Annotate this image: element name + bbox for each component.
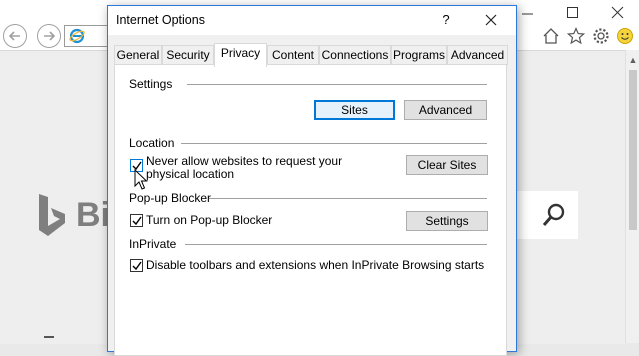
favorites-star-icon[interactable] <box>567 27 585 45</box>
maximize-icon[interactable] <box>563 2 583 24</box>
tab-privacy[interactable]: Privacy <box>214 43 267 67</box>
advanced-button[interactable]: Advanced <box>404 100 487 120</box>
page-footer-mark <box>44 336 54 338</box>
clear-sites-button[interactable]: Clear Sites <box>406 155 488 175</box>
location-group-label: Location <box>129 136 175 150</box>
inprivate-checkbox[interactable] <box>130 259 143 272</box>
gear-icon[interactable] <box>592 27 610 45</box>
bing-logo-icon <box>39 194 65 236</box>
internet-options-dialog: Internet Options ? General Security Priv… <box>107 5 517 356</box>
minimize-icon[interactable] <box>518 2 538 24</box>
bing-logo-text: Bi <box>76 196 110 234</box>
tab-content[interactable]: Content <box>267 45 319 65</box>
checkmark-icon <box>132 216 142 226</box>
checkmark-icon <box>132 261 142 271</box>
vertical-scrollbar[interactable]: ▲ <box>625 50 639 343</box>
tab-advanced[interactable]: Advanced <box>447 45 508 65</box>
scroll-up-icon[interactable]: ▲ <box>626 55 639 65</box>
home-icon[interactable] <box>542 27 560 45</box>
popup-blocker-divider <box>209 198 487 199</box>
close-icon[interactable] <box>608 2 628 24</box>
location-checkbox-label[interactable]: Never allow websites to request your phy… <box>146 155 342 181</box>
dialog-title: Internet Options <box>116 13 205 27</box>
settings-group-label: Settings <box>129 77 173 91</box>
tab-connections[interactable]: Connections <box>319 45 391 65</box>
popup-blocker-checkbox[interactable] <box>130 214 143 227</box>
inprivate-divider <box>185 244 487 245</box>
sites-button[interactable]: Sites <box>314 100 395 120</box>
forward-button[interactable] <box>37 24 61 48</box>
location-divider <box>181 143 487 144</box>
search-icon[interactable] <box>542 202 568 228</box>
address-bar[interactable] <box>64 25 108 47</box>
help-button[interactable]: ? <box>429 8 463 32</box>
tab-general[interactable]: General <box>114 45 162 65</box>
tab-security[interactable]: Security <box>162 45 214 65</box>
ie-logo-icon <box>69 28 85 44</box>
popup-settings-button[interactable]: Settings <box>406 211 488 231</box>
back-button[interactable] <box>3 24 27 48</box>
popup-blocker-checkbox-label[interactable]: Turn on Pop-up Blocker <box>146 214 272 227</box>
inprivate-checkbox-label[interactable]: Disable toolbars and extensions when InP… <box>146 259 484 272</box>
popup-blocker-group-label: Pop-up Blocker <box>129 191 212 205</box>
scroll-thumb[interactable] <box>629 70 637 230</box>
dialog-close-button[interactable] <box>474 8 508 32</box>
dialog-titlebar[interactable]: Internet Options ? <box>108 6 516 35</box>
inprivate-group-label: InPrivate <box>129 237 177 251</box>
back-icon <box>8 31 20 41</box>
smiley-feedback-icon[interactable] <box>616 27 634 45</box>
tab-programs[interactable]: Programs <box>391 45 447 65</box>
settings-divider <box>187 84 487 85</box>
forward-icon <box>44 31 56 41</box>
mouse-cursor-icon <box>134 169 148 190</box>
close-icon <box>485 14 497 26</box>
privacy-tab-panel: Settings Sites Advanced Location Never a… <box>114 64 507 356</box>
bing-search-box[interactable] <box>512 191 578 239</box>
